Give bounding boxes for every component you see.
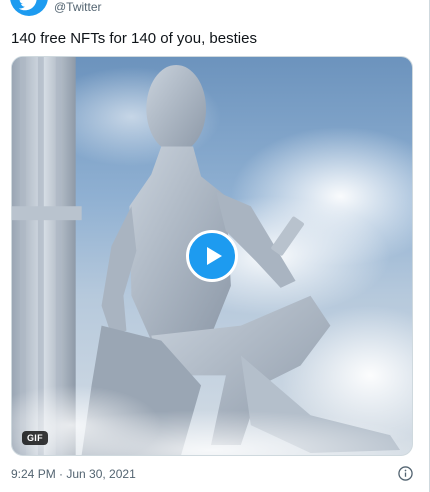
info-icon[interactable] — [398, 466, 413, 481]
tweet-text: 140 free NFTs for 140 of you, besties — [11, 30, 257, 47]
play-button[interactable] — [186, 230, 238, 282]
media-gif[interactable]: GIF — [11, 56, 413, 456]
tweet-timestamp[interactable]: 9:24 PM · Jun 30, 2021 — [11, 467, 136, 481]
play-icon — [207, 247, 222, 265]
author-handle[interactable]: @Twitter — [54, 0, 102, 14]
gif-badge: GIF — [22, 431, 48, 445]
avatar[interactable] — [10, 0, 48, 16]
twitter-bird-icon — [19, 0, 37, 11]
